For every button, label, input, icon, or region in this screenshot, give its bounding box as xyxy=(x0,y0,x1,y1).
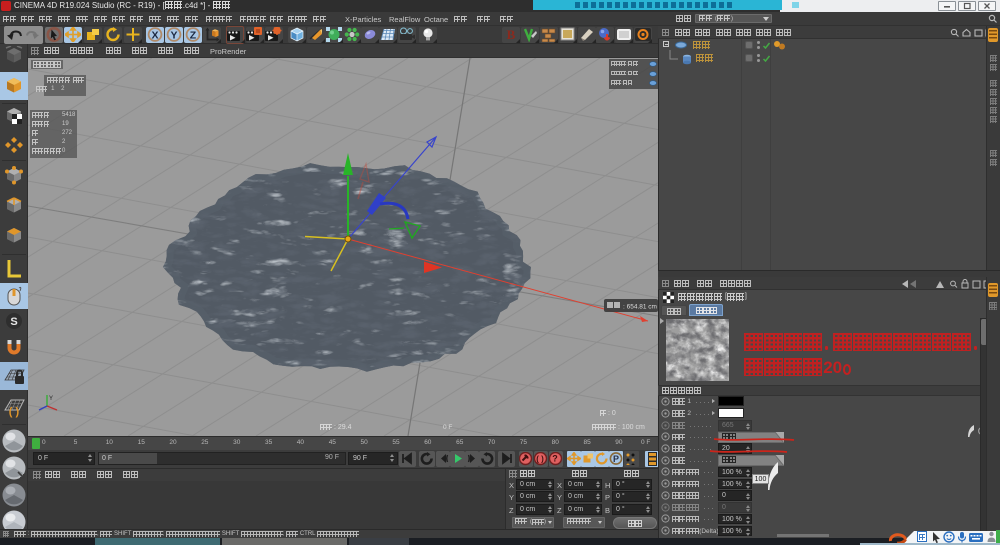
svg-text:X: X xyxy=(151,29,158,41)
svg-text:Z: Z xyxy=(190,29,197,41)
svg-text:B: B xyxy=(507,27,516,42)
svg-text:: 654.81 cm: : 654.81 cm xyxy=(623,304,657,311)
svg-text:Y: Y xyxy=(170,29,177,41)
svg-text:( ): ( ) xyxy=(9,406,20,418)
svg-text:Y: Y xyxy=(49,396,53,402)
svg-text:?: ? xyxy=(552,453,558,463)
svg-text:S: S xyxy=(10,316,17,328)
svg-text:P: P xyxy=(613,454,619,464)
svg-text:( ): ( ) xyxy=(536,454,544,463)
